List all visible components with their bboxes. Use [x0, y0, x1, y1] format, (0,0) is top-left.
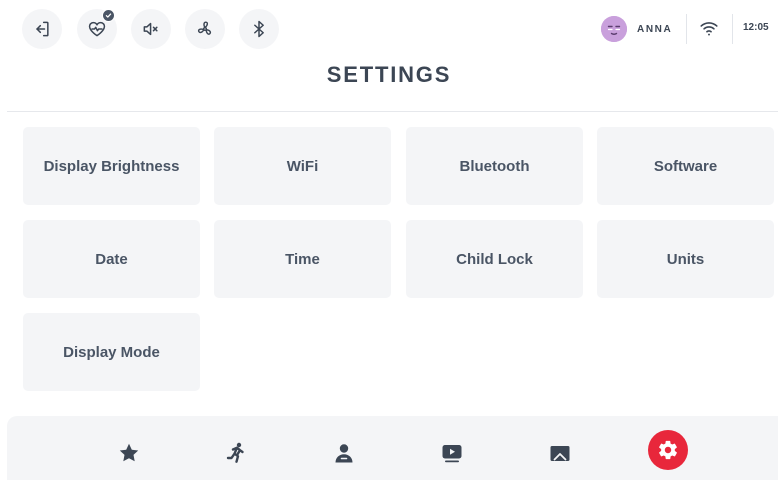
tile-label: Child Lock	[456, 250, 533, 268]
nav-settings[interactable]	[648, 430, 688, 470]
tile-label: Date	[95, 250, 128, 268]
exit-icon	[36, 21, 49, 37]
tile-label: Display Brightness	[43, 157, 180, 175]
tile-label: Units	[666, 250, 705, 268]
settings-tile-display-brightness[interactable]: Display Brightness	[23, 127, 200, 205]
settings-tile-display-mode[interactable]: Display Mode	[23, 313, 200, 391]
wifi-icon[interactable]	[699, 19, 719, 37]
volume-mute-icon	[143, 22, 158, 36]
nav-scenery[interactable]	[539, 432, 581, 474]
favorites-star-icon	[119, 443, 139, 462]
header-divider	[732, 14, 733, 44]
settings-tile-units[interactable]: Units	[597, 220, 774, 298]
top-bar: ANNA 12:05	[0, 0, 778, 56]
settings-tile-wifi[interactable]: WiFi	[214, 127, 391, 205]
heart-rate-button[interactable]	[77, 9, 117, 49]
avatar-face-icon	[601, 16, 627, 42]
nav-videos[interactable]	[431, 432, 473, 474]
settings-gear-icon	[659, 440, 677, 460]
tile-label: Time	[285, 250, 320, 268]
profile-icon	[335, 444, 353, 463]
tile-label: Display Mode	[63, 343, 160, 361]
header-divider	[686, 14, 687, 44]
user-name: ANNA	[637, 23, 673, 35]
running-workout-icon	[226, 442, 244, 463]
settings-tile-bluetooth[interactable]: Bluetooth	[406, 127, 583, 205]
tile-label: Software	[653, 157, 718, 175]
title-divider	[7, 111, 778, 112]
nav-favorites[interactable]	[108, 432, 150, 474]
volume-button[interactable]	[131, 9, 171, 49]
bluetooth-button[interactable]	[239, 9, 279, 49]
tile-label: Bluetooth	[459, 157, 530, 175]
settings-tile-child-lock[interactable]: Child Lock	[406, 220, 583, 298]
settings-tile-software[interactable]: Software	[597, 127, 774, 205]
avatar	[601, 16, 627, 42]
scenery-image-icon	[550, 446, 570, 461]
settings-tile-date[interactable]: Date	[23, 220, 200, 298]
fan-button[interactable]	[185, 9, 225, 49]
settings-tile-time[interactable]: Time	[214, 220, 391, 298]
bottom-nav	[7, 416, 778, 480]
clock-time: 12:05	[743, 22, 769, 33]
nav-profile[interactable]	[323, 432, 365, 474]
user-profile[interactable]: ANNA	[601, 15, 672, 43]
heart-rate-icon	[88, 21, 106, 37]
tile-label: WiFi	[286, 157, 319, 175]
video-play-icon	[442, 445, 462, 463]
nav-workouts[interactable]	[215, 432, 257, 474]
fan-icon	[197, 21, 212, 35]
bluetooth-icon	[254, 20, 264, 38]
page-title: SETTINGS	[326, 62, 452, 87]
connected-check-icon	[102, 9, 115, 22]
exit-button[interactable]	[22, 9, 62, 49]
